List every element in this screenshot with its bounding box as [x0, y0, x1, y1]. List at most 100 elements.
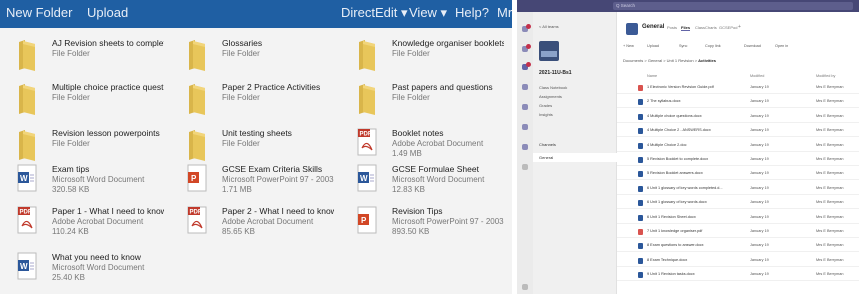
file-type: File Folder — [222, 93, 260, 102]
row-file-name[interactable]: 8 Exam questions to answer.docx — [647, 243, 704, 247]
download-button[interactable]: Download — [744, 44, 761, 48]
more-icon[interactable] — [520, 164, 530, 178]
table-row[interactable]: 6 Unit 1 glossary of key words.docx Janua… — [617, 197, 859, 210]
file-type: File Folder — [222, 139, 260, 148]
row-modified-by: Mrs E Berryman — [816, 171, 844, 176]
file-size: 85.65 KB — [222, 227, 255, 236]
file-name: Knowledge organiser booklets — [392, 38, 504, 48]
nav-grades[interactable]: Grades — [539, 103, 552, 108]
row-file-name[interactable]: 6 Unit 1 Revision Sheet.docx — [647, 215, 696, 219]
row-modified: January 19 — [750, 185, 769, 190]
table-row[interactable]: 8 Exam questions to answer.docx January 1… — [617, 240, 859, 253]
word-icon: W — [357, 164, 377, 198]
nav-insights[interactable]: Insights — [539, 112, 553, 117]
calls-icon[interactable] — [520, 124, 530, 138]
row-file-name[interactable]: 4 Multiple Choice 2.doc — [647, 143, 686, 147]
user-menu[interactable]: Mr — [497, 5, 512, 20]
row-file-name[interactable]: 6 Unit 1 glossary of key words.docx — [647, 200, 707, 204]
view-menu[interactable]: View ▾ — [409, 5, 447, 21]
row-file-name[interactable]: 5 Revision Booklet to complete.docx — [647, 157, 708, 161]
table-row[interactable]: 2 The syllabus.docx January 19 Mrs E Berry… — [617, 96, 859, 109]
folder-icon — [187, 38, 207, 72]
row-file-name[interactable]: 6 Unit 1 glossary of key words completed… — [647, 186, 723, 190]
nav-class-notebook[interactable]: Class Notebook — [539, 85, 567, 90]
table-row[interactable]: 4 Multiple choice questions.docx January … — [617, 111, 859, 123]
files-icon[interactable] — [520, 144, 530, 158]
activity-icon[interactable] — [520, 24, 531, 40]
word-icon — [638, 171, 643, 178]
file-tile[interactable]: P Revision Tips Microsoft PowerPoint 97 - … — [340, 196, 504, 252]
upload-action[interactable]: Upload — [647, 44, 659, 48]
new-folder-button[interactable]: New Folder — [6, 5, 72, 20]
table-row[interactable]: 9 Unit 1 Revision tasks.docx January 19 Mr… — [617, 269, 859, 282]
file-name: GCSE Exam Criteria Skills — [222, 164, 323, 174]
open-in-button[interactable]: Open in — [775, 44, 788, 48]
teams-window: Q Search < All teams 2021-11U-Bs1 Class … — [517, 0, 859, 294]
column-modified-by[interactable]: Modified by — [816, 74, 835, 78]
file-name: Exam tips — [52, 164, 90, 174]
upload-button[interactable]: Upload — [87, 5, 128, 20]
table-row[interactable]: 6 Unit 1 glossary of key words completed… — [617, 183, 859, 195]
channel-general-label[interactable]: General — [539, 155, 553, 160]
breadcrumb-separator: > — [663, 58, 666, 63]
table-row[interactable]: 6 Unit 1 Revision Sheet.docx January 19 Mr… — [617, 212, 859, 224]
sync-button[interactable]: Sync — [679, 44, 687, 48]
tab-posts[interactable]: Posts — [667, 25, 677, 30]
tab-files[interactable]: Files — [681, 25, 691, 31]
tab-gcsepod[interactable]: GCSEPod — [719, 25, 737, 30]
help-icon[interactable] — [520, 284, 530, 294]
powerpoint-icon: P — [187, 164, 207, 198]
copy-link-button[interactable]: Copy link — [705, 44, 721, 48]
chat-icon[interactable] — [520, 44, 531, 60]
row-file-name[interactable]: 7 Unit 1 knowledge organiser.pdf — [647, 229, 702, 233]
file-size: 320.58 KB — [52, 185, 90, 194]
row-file-name[interactable]: 2 The syllabus.docx — [647, 99, 681, 103]
calendar-icon[interactable] — [520, 104, 530, 118]
help-menu[interactable]: Help? — [455, 5, 489, 20]
svg-text:P: P — [361, 216, 367, 225]
new-button[interactable]: + New — [623, 44, 634, 48]
table-row[interactable]: 4 Multiple Choice 2 - ANSWERS.docx Januar… — [617, 125, 859, 138]
file-name: Revision Tips — [392, 206, 443, 216]
table-row[interactable]: 8 Exam Technique.docx January 19 Mrs E Ber… — [617, 255, 859, 267]
directedit-menu[interactable]: DirectEdit ▾ — [341, 5, 408, 21]
row-file-name[interactable]: 5 Revision Booklet answers.docx — [647, 171, 703, 175]
breadcrumb-general[interactable]: General — [648, 58, 662, 63]
row-file-name[interactable]: 8 Exam Technique.docx — [647, 258, 687, 262]
column-modified[interactable]: Modified — [750, 74, 764, 78]
pdf-icon — [638, 85, 643, 91]
nav-assignments[interactable]: Assignments — [539, 94, 562, 99]
table-row[interactable]: 5 Revision Booklet to complete.docx Janua… — [617, 154, 859, 166]
channel-icon — [626, 23, 638, 35]
teams-icon[interactable] — [520, 62, 531, 78]
file-name: Paper 2 Practice Activities — [222, 82, 321, 92]
folder-icon — [17, 82, 37, 116]
team-name: 2021-11U-Bs1 — [539, 70, 572, 76]
teams-title-bar: Q Search — [517, 0, 859, 12]
svg-text:W: W — [20, 262, 28, 271]
breadcrumb-unit1[interactable]: Unit 1 Revision — [667, 58, 694, 63]
word-icon — [638, 142, 643, 149]
column-name[interactable]: Name — [647, 74, 657, 78]
search-input[interactable]: Q Search — [613, 2, 853, 10]
table-row[interactable]: 1 Electronic Version Revision Guide.pdf J… — [617, 82, 859, 94]
row-file-name[interactable]: 4 Multiple choice questions.docx — [647, 114, 702, 118]
add-tab-button[interactable]: + — [738, 24, 741, 30]
breadcrumb-documents[interactable]: Documents — [623, 58, 643, 63]
file-name: What you need to know — [52, 252, 141, 262]
row-file-name[interactable]: 1 Electronic Version Revision Guide.pdf — [647, 85, 714, 89]
row-modified: January 19 — [750, 142, 769, 147]
tab-classcharts[interactable]: ClassCharts — [695, 25, 717, 30]
powerpoint-icon: P — [357, 206, 377, 240]
assignments-icon[interactable] — [520, 84, 530, 98]
all-teams-link[interactable]: < All teams — [539, 24, 559, 29]
table-row[interactable]: 4 Multiple Choice 2.doc January 19 Mrs E B… — [617, 140, 859, 152]
row-file-name[interactable]: 4 Multiple Choice 2 - ANSWERS.docx — [647, 128, 711, 132]
file-tile[interactable]: W What you need to know Microsoft Word Doc… — [0, 242, 162, 294]
row-file-name[interactable]: 9 Unit 1 Revision tasks.docx — [647, 272, 695, 276]
table-row[interactable]: 5 Revision Booklet answers.docx January 1… — [617, 168, 859, 181]
file-type: File Folder — [392, 49, 430, 58]
table-row[interactable]: 7 Unit 1 knowledge organiser.pdf January … — [617, 226, 859, 238]
row-modified-by: Mrs E Berryman — [816, 185, 844, 190]
file-tile[interactable]: PDF Paper 2 - What I need to know and qAd… — [170, 196, 334, 252]
